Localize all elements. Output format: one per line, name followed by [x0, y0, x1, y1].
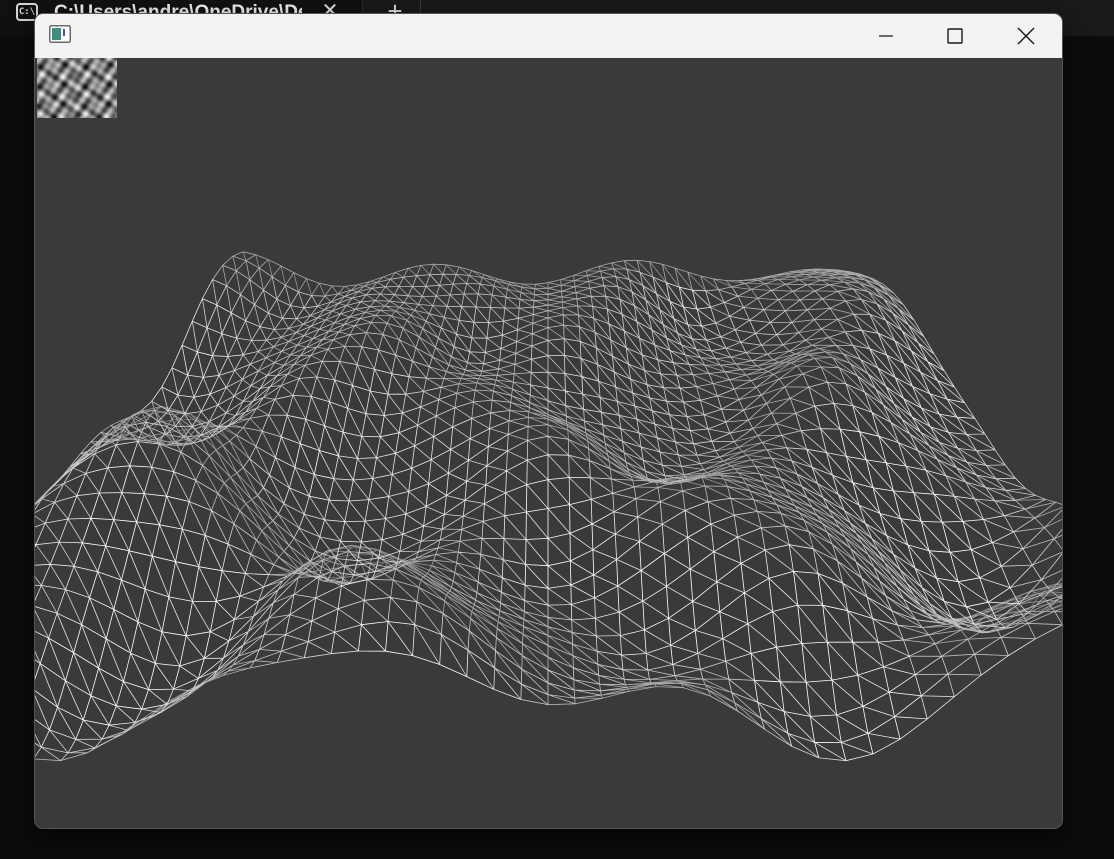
app-window [35, 14, 1062, 828]
maximize-icon [947, 28, 963, 44]
minimize-button[interactable] [851, 14, 921, 58]
terrain-wire-mesh [35, 264, 1062, 761]
minimize-icon [879, 35, 893, 37]
noise-texture-thumbnail [37, 58, 117, 118]
render-viewport[interactable] [35, 58, 1062, 828]
title-bar[interactable] [35, 14, 1062, 58]
close-icon [1017, 27, 1035, 45]
maximize-button[interactable] [920, 14, 990, 58]
app-window-icon [49, 25, 71, 43]
terrain-wire-mesh [35, 276, 1062, 762]
close-button[interactable] [991, 14, 1061, 58]
terrain-wire-mesh [35, 282, 1036, 762]
wireframe-terrain-render [35, 251, 1062, 762]
